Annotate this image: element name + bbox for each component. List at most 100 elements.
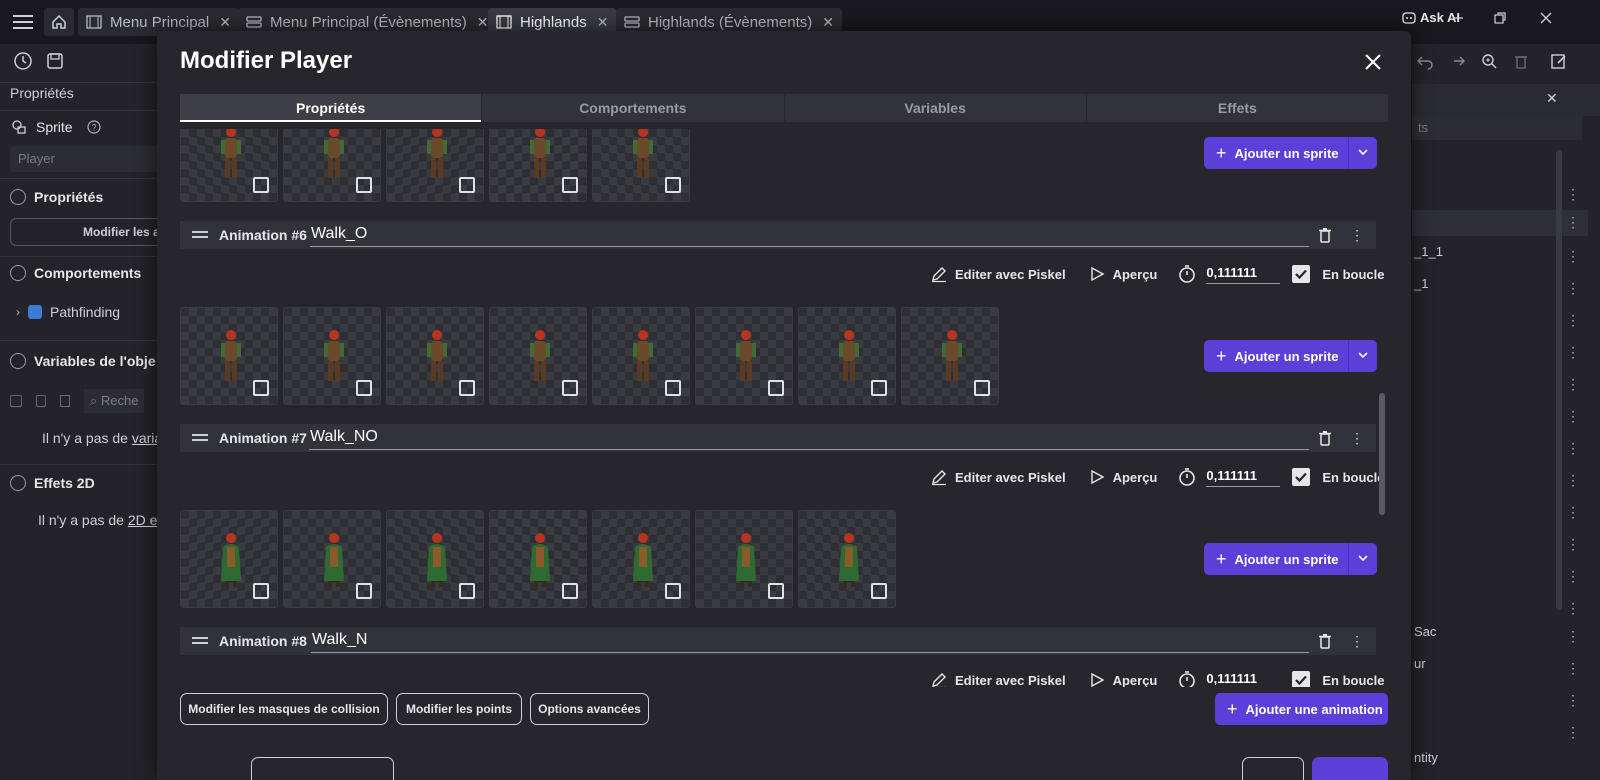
frame-checkbox[interactable]	[356, 583, 372, 599]
more-icon[interactable]: ⋮	[1350, 227, 1364, 244]
frame-checkbox[interactable]	[665, 583, 681, 599]
close-icon[interactable]: ✕	[219, 14, 231, 31]
preview-button[interactable]: Aperçu	[1088, 671, 1157, 687]
section-properties[interactable]: Propriétés	[10, 189, 103, 205]
close-icon[interactable]: ✕	[597, 14, 609, 31]
object-name-field[interactable]: Player	[10, 146, 160, 172]
more-icon[interactable]: ⋮	[1566, 568, 1580, 585]
section-behaviors[interactable]: Comportements	[10, 265, 141, 281]
preview-button[interactable]: Aperçu	[1088, 265, 1157, 283]
help-icon[interactable]: ?	[86, 120, 101, 134]
sprite-frame[interactable]	[592, 129, 690, 202]
frame-checkbox[interactable]	[562, 583, 578, 599]
frame-checkbox[interactable]	[562, 177, 578, 193]
more-icon[interactable]: ⋮	[1566, 724, 1580, 741]
sprite-frame[interactable]	[180, 510, 278, 608]
sprite-frame[interactable]	[489, 307, 587, 405]
frame-checkbox[interactable]	[253, 583, 269, 599]
tab-effects[interactable]: Effets	[1087, 94, 1388, 122]
right-panel-scrollbar[interactable]	[1556, 150, 1562, 610]
redo-icon[interactable]	[1448, 52, 1466, 70]
sprite-frame[interactable]	[386, 307, 484, 405]
frame-checkbox[interactable]	[974, 380, 990, 396]
frame-checkbox[interactable]	[253, 177, 269, 193]
trash-icon[interactable]	[1316, 632, 1334, 650]
animation-name-field[interactable]: Walk_O	[310, 225, 1309, 247]
trash-icon[interactable]	[1512, 52, 1530, 70]
drag-handle-icon[interactable]	[192, 433, 208, 443]
tab-properties[interactable]: Propriétés	[180, 94, 483, 122]
behavior-item-pathfinding[interactable]: › Pathfinding	[10, 304, 120, 320]
sprite-frame[interactable]	[180, 129, 278, 202]
close-icon[interactable]	[1363, 52, 1383, 72]
frame-checkbox[interactable]	[459, 380, 475, 396]
more-icon[interactable]: ⋮	[1566, 214, 1580, 231]
section-effects[interactable]: Effets 2D	[10, 475, 95, 491]
edit-piskel-button[interactable]: Editer avec Piskel	[930, 468, 1066, 486]
objects-search-input[interactable]: ts	[1412, 116, 1582, 140]
sprite-frame[interactable]	[592, 307, 690, 405]
more-icon[interactable]: ⋮	[1566, 600, 1580, 617]
close-icon[interactable]: ✕	[477, 14, 489, 31]
sprite-frame[interactable]	[592, 510, 690, 608]
sprite-frame[interactable]	[283, 307, 381, 405]
frame-checkbox[interactable]	[871, 583, 887, 599]
more-icon[interactable]: ⋮	[1566, 660, 1580, 677]
more-icon[interactable]: ⋮	[1566, 248, 1580, 265]
home-tab[interactable]	[44, 8, 74, 36]
close-icon[interactable]: ✕	[1546, 90, 1558, 107]
sprite-frame[interactable]	[798, 307, 896, 405]
copy-icon[interactable]	[10, 395, 22, 407]
sprite-frame[interactable]	[283, 129, 381, 202]
sprite-frame[interactable]	[489, 129, 587, 202]
tab-variables[interactable]: Variables	[785, 94, 1087, 122]
sprite-frame[interactable]	[386, 510, 484, 608]
paste-icon[interactable]	[36, 395, 46, 407]
edit-collision-masks-button[interactable]: Modifier les masques de collision	[180, 693, 388, 725]
content-scrollbar[interactable]	[1379, 393, 1385, 515]
close-icon[interactable]: ✕	[822, 14, 834, 31]
secondary-action-button[interactable]	[251, 757, 394, 780]
more-icon[interactable]: ⋮	[1566, 344, 1580, 361]
window-close-icon[interactable]	[1536, 8, 1556, 28]
chevron-down-icon[interactable]	[1356, 348, 1370, 362]
loop-checkbox[interactable]	[1292, 265, 1311, 283]
undo-icon[interactable]	[1416, 52, 1434, 70]
zoom-in-icon[interactable]	[1480, 52, 1498, 70]
frame-checkbox[interactable]	[562, 380, 578, 396]
more-icon[interactable]: ⋮	[1566, 692, 1580, 709]
sprite-frame[interactable]	[798, 510, 896, 608]
frame-checkbox[interactable]	[768, 583, 784, 599]
add-sprite-button[interactable]: + Ajouter un sprite	[1204, 137, 1377, 169]
list-item[interactable]: ur ⋮	[1412, 656, 1588, 682]
tab-behaviors[interactable]: Comportements	[482, 94, 785, 122]
loop-checkbox[interactable]	[1292, 671, 1311, 687]
drag-handle-icon[interactable]	[192, 636, 208, 646]
duration-input[interactable]: 0,111111	[1206, 265, 1281, 284]
history-icon[interactable]	[12, 50, 34, 72]
more-icon[interactable]: ⋮	[1566, 504, 1580, 521]
more-icon[interactable]: ⋮	[1566, 536, 1580, 553]
apply-button[interactable]	[1312, 757, 1388, 780]
frame-checkbox[interactable]	[459, 583, 475, 599]
edit-piskel-button[interactable]: Editer avec Piskel	[930, 265, 1066, 283]
chevron-down-icon[interactable]	[1356, 551, 1370, 565]
add-sprite-button[interactable]: + Ajouter un sprite	[1204, 340, 1377, 372]
sprite-frame[interactable]	[695, 307, 793, 405]
drag-handle-icon[interactable]	[192, 230, 208, 240]
more-icon[interactable]: ⋮	[1566, 472, 1580, 489]
frame-checkbox[interactable]	[768, 380, 784, 396]
trash-icon[interactable]	[1316, 226, 1334, 244]
more-icon[interactable]: ⋮	[1566, 628, 1580, 645]
cancel-button[interactable]	[1242, 757, 1304, 780]
minimize-icon[interactable]	[1448, 8, 1468, 28]
list-item[interactable]: Sac ⋮	[1412, 624, 1588, 650]
frame-checkbox[interactable]	[871, 380, 887, 396]
edit-object-button[interactable]: Modifier les a	[10, 218, 170, 246]
advanced-options-button[interactable]: Options avancées	[530, 693, 649, 725]
add-sprite-button[interactable]: + Ajouter un sprite	[1204, 543, 1377, 575]
frame-checkbox[interactable]	[665, 380, 681, 396]
frame-checkbox[interactable]	[356, 177, 372, 193]
save-icon[interactable]	[44, 50, 66, 72]
more-icon[interactable]: ⋮	[1566, 408, 1580, 425]
